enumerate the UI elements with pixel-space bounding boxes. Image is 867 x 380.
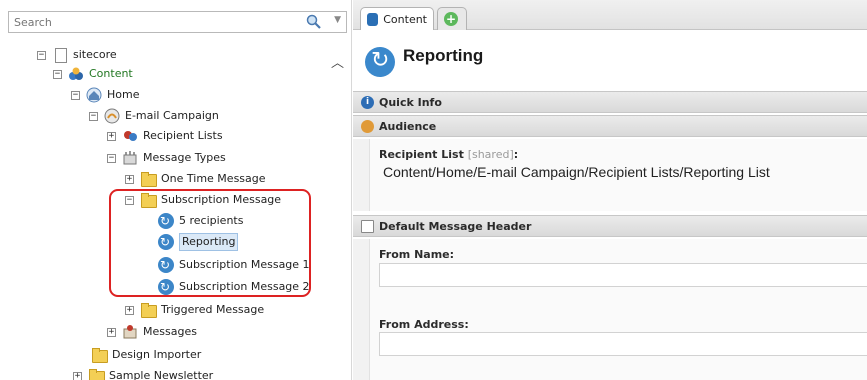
collapse-toggle[interactable]: − bbox=[37, 50, 46, 60]
tree-label: sitecore bbox=[73, 48, 117, 61]
info-icon: i bbox=[361, 95, 374, 109]
default-message-header-section-header[interactable]: Default Message Header bbox=[353, 215, 867, 237]
tree-label: Message Types bbox=[143, 151, 226, 164]
collapse-toggle[interactable]: − bbox=[89, 111, 98, 121]
field-label: Recipient List bbox=[379, 148, 464, 161]
section-title: Audience bbox=[379, 119, 437, 133]
content-editor-pane: Content + Reporting i Quick Info Audienc… bbox=[353, 0, 867, 380]
editor-tab-bar: Content + bbox=[353, 0, 867, 30]
section-title: Quick Info bbox=[379, 95, 442, 109]
tree-label: Sample Newsletter bbox=[109, 369, 214, 380]
from-name-input[interactable] bbox=[379, 263, 867, 287]
red-highlight-outline bbox=[109, 189, 311, 297]
tree-node-sitecore[interactable]: − sitecore bbox=[37, 45, 117, 65]
search-icon[interactable] bbox=[306, 14, 322, 30]
tree-node-content[interactable]: − Content bbox=[53, 64, 133, 84]
expand-toggle[interactable]: + bbox=[125, 174, 134, 184]
message-item-icon bbox=[365, 47, 395, 77]
expand-toggle[interactable]: + bbox=[125, 305, 134, 315]
from-address-input[interactable] bbox=[379, 332, 867, 356]
tree-label: Design Importer bbox=[112, 348, 202, 361]
tree-node-messages[interactable]: + Messages bbox=[107, 322, 197, 342]
audience-section-body: Recipient List [shared]: Content/Home/E-… bbox=[353, 139, 867, 211]
collapse-toggle[interactable]: − bbox=[71, 90, 80, 100]
tree-label: Content bbox=[89, 67, 133, 80]
expand-toggle[interactable]: + bbox=[107, 131, 116, 141]
collapse-toggle[interactable]: − bbox=[107, 153, 116, 163]
expand-toggle[interactable]: + bbox=[73, 371, 82, 380]
folder-icon bbox=[91, 347, 108, 363]
section-title: Default Message Header bbox=[379, 219, 532, 233]
item-header: Reporting bbox=[353, 32, 867, 88]
folder-icon bbox=[140, 302, 157, 318]
default-message-header-section-body: From Name: From Address: bbox=[353, 239, 867, 380]
content-icon bbox=[68, 66, 84, 82]
tree-node-message-types[interactable]: − Message Types bbox=[107, 148, 226, 168]
tree-label: Triggered Message bbox=[161, 303, 265, 316]
search-input[interactable] bbox=[9, 12, 299, 32]
message-types-icon bbox=[122, 150, 138, 166]
add-tab-button[interactable]: + bbox=[437, 7, 467, 30]
quick-info-section-header[interactable]: i Quick Info bbox=[353, 91, 867, 113]
audience-icon bbox=[361, 119, 374, 133]
document-icon bbox=[52, 47, 68, 63]
email-campaign-icon bbox=[104, 108, 120, 124]
tab-content[interactable]: Content bbox=[360, 7, 434, 30]
recipient-list-label: Recipient List [shared]: bbox=[379, 148, 518, 161]
recipients-icon bbox=[122, 128, 138, 144]
label-colon: : bbox=[513, 148, 519, 161]
folder-icon bbox=[88, 368, 105, 380]
page-title: Reporting bbox=[403, 46, 484, 65]
tree-label: Messages bbox=[143, 325, 197, 338]
from-address-label: From Address: bbox=[379, 318, 469, 331]
messages-icon bbox=[122, 324, 138, 340]
tree-node-triggered-message[interactable]: + Triggered Message bbox=[125, 300, 264, 320]
content-tree-pane: ▼ ︿ − sitecore − Content − Home − E-mail… bbox=[0, 0, 352, 380]
tree-label: Home bbox=[107, 88, 140, 101]
recipient-list-value[interactable]: Content/Home/E-mail Campaign/Recipient L… bbox=[379, 161, 867, 185]
collapse-toggle[interactable]: − bbox=[53, 69, 62, 79]
tree-label: Recipient Lists bbox=[143, 129, 223, 142]
header-doc-icon bbox=[361, 219, 374, 233]
home-icon bbox=[86, 87, 102, 103]
audience-section-header[interactable]: Audience bbox=[353, 115, 867, 137]
from-name-label: From Name: bbox=[379, 248, 455, 261]
tree-node-sample-newsletter[interactable]: + Sample Newsletter bbox=[73, 366, 213, 380]
scroll-up-icon[interactable]: ︿ bbox=[331, 52, 344, 71]
search-box[interactable]: ▼ bbox=[8, 11, 347, 33]
tree-label: One Time Message bbox=[161, 172, 266, 185]
tree-node-one-time-message[interactable]: + One Time Message bbox=[125, 169, 266, 189]
tree-node-email-campaign[interactable]: − E-mail Campaign bbox=[89, 106, 219, 126]
tree-node-design-importer[interactable]: Design Importer bbox=[91, 345, 201, 365]
add-tab-icon: + bbox=[444, 12, 458, 26]
folder-icon bbox=[140, 171, 157, 187]
tree-label: E-mail Campaign bbox=[125, 109, 219, 122]
tab-label: Content bbox=[383, 12, 427, 26]
tree-node-home[interactable]: − Home bbox=[71, 85, 139, 105]
tree-node-recipient-lists[interactable]: + Recipient Lists bbox=[107, 126, 223, 146]
shared-tag: [shared] bbox=[467, 148, 514, 161]
content-tab-icon bbox=[367, 12, 379, 26]
expand-toggle[interactable]: + bbox=[107, 327, 116, 337]
search-dropdown-icon[interactable]: ▼ bbox=[334, 15, 341, 25]
